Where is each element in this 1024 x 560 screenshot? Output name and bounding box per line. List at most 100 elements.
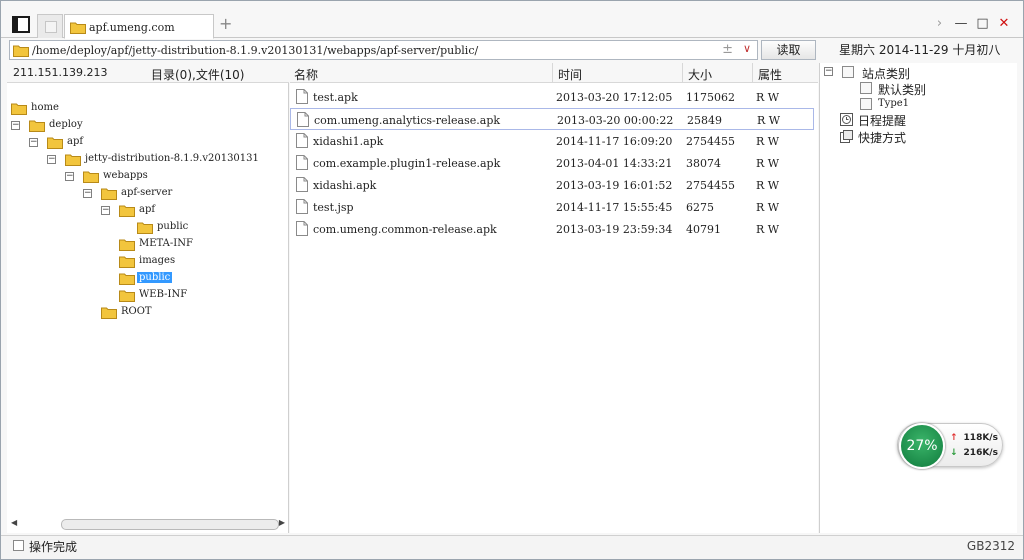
add-tab-button[interactable]: + xyxy=(219,16,232,32)
file-size: 40791 xyxy=(686,223,721,236)
down-arrow-icon: ↓ xyxy=(950,448,958,458)
tab-label: apf.umeng.com xyxy=(89,21,175,34)
encoding-label[interactable]: GB2312 xyxy=(967,539,1015,553)
file-icon xyxy=(296,199,308,214)
path-text: /home/deploy/apf/jetty-distribution-8.1.… xyxy=(32,44,479,57)
plus-minus-icon[interactable]: ± xyxy=(722,42,733,57)
status-bar: 操作完成 GB2312 xyxy=(1,535,1023,559)
file-row[interactable]: xidashi1.apk 2014-11-17 16:09:20 2754455 R … xyxy=(290,130,814,152)
folder-icon xyxy=(119,273,135,285)
collapse-toggle-icon[interactable]: − xyxy=(11,121,20,130)
file-time: 2013-04-01 14:33:21 xyxy=(556,157,673,170)
folder-icon xyxy=(65,154,81,166)
tree-node-label: jetty-distribution-8.1.9.v20130131 xyxy=(85,153,259,164)
window-controls: › — □ ✕ xyxy=(931,15,1014,33)
collapse-toggle-icon[interactable]: − xyxy=(824,67,833,76)
collapse-toggle-icon[interactable]: − xyxy=(101,206,110,215)
usage-percent: 27% xyxy=(899,423,945,469)
tree-node-label: public xyxy=(137,272,173,283)
app-window: apf.umeng.com + › — □ ✕ /home/deploy/apf… xyxy=(0,0,1024,560)
file-time: 2014-11-17 16:09:20 xyxy=(556,135,673,148)
chevron-right-icon[interactable]: › xyxy=(931,15,949,33)
collapse-toggle-icon[interactable]: − xyxy=(83,189,92,198)
column-time[interactable]: 时间 xyxy=(558,66,582,83)
folder-icon xyxy=(13,45,29,57)
file-icon xyxy=(296,177,308,192)
folder-icon xyxy=(29,120,45,132)
file-attr: R W xyxy=(756,91,780,104)
file-icon xyxy=(296,89,308,104)
scroll-left-icon[interactable]: ◀ xyxy=(11,518,17,527)
file-attr: R W xyxy=(756,179,780,192)
maximize-button[interactable]: □ xyxy=(974,15,992,33)
file-row[interactable]: com.umeng.analytics-release.apk 2013-03-2… xyxy=(290,108,814,130)
panel-toggle-icon[interactable] xyxy=(12,16,30,33)
file-time: 2013-03-19 23:59:34 xyxy=(556,223,673,236)
close-button[interactable]: ✕ xyxy=(995,15,1013,33)
column-attr[interactable]: 属性 xyxy=(758,66,782,83)
item-count: 目录(0),文件(10) xyxy=(151,68,245,82)
read-button[interactable]: 读取 xyxy=(761,40,816,60)
tree-node-label: public xyxy=(157,221,189,232)
horizontal-scrollbar[interactable]: ◀ ▶ xyxy=(11,518,285,531)
status-text: 操作完成 xyxy=(29,540,78,554)
tree-header: 211.151.139.213 目录(0),文件(10) xyxy=(7,63,289,83)
category-icon xyxy=(860,98,872,110)
tab-blank[interactable] xyxy=(37,14,63,38)
folder-icon xyxy=(119,256,135,268)
scrollbar-thumb[interactable] xyxy=(61,519,279,530)
minimize-button[interactable]: — xyxy=(952,15,970,33)
file-name: xidashi.apk xyxy=(313,179,377,192)
clock-icon xyxy=(840,113,853,126)
file-row[interactable]: test.jsp 2014-11-17 15:55:45 6275 R W xyxy=(290,196,814,218)
file-row[interactable]: com.example.plugin1-release.apk 2013-04-0… xyxy=(290,152,814,174)
folder-icon xyxy=(137,222,153,234)
network-monitor-widget[interactable]: 27% ↑ 118K/s ↓ 216K/s xyxy=(897,423,1003,469)
date-display: 星期六 2014-11-29 十月初八 xyxy=(839,43,1001,57)
folder-icon xyxy=(119,290,135,302)
file-attr: R W xyxy=(756,223,780,236)
tree-node-label: apf xyxy=(139,204,156,215)
file-icon xyxy=(297,112,309,127)
file-time: 2013-03-19 16:01:52 xyxy=(556,179,673,192)
path-input[interactable]: /home/deploy/apf/jetty-distribution-8.1.… xyxy=(9,40,758,60)
collapse-toggle-icon[interactable]: − xyxy=(47,155,56,164)
file-size: 2754455 xyxy=(686,135,735,148)
server-ip: 211.151.139.213 xyxy=(13,66,108,79)
tree-node-label: apf-server xyxy=(121,187,173,198)
file-name: test.jsp xyxy=(313,201,354,214)
category-icon xyxy=(842,66,854,78)
file-attr: R W xyxy=(756,157,780,170)
file-time: 2013-03-20 00:00:22 xyxy=(557,114,674,127)
category-icon xyxy=(860,82,872,94)
file-row[interactable]: test.apk 2013-03-20 17:12:05 1175062 R W xyxy=(290,86,814,108)
file-icon xyxy=(296,133,308,148)
file-list-header: 名称 时间 大小 属性 xyxy=(290,63,818,83)
folder-icon xyxy=(70,22,86,34)
column-name[interactable]: 名称 xyxy=(294,66,318,83)
scroll-right-icon[interactable]: ▶ xyxy=(279,518,285,527)
file-icon xyxy=(296,155,308,170)
status-icon xyxy=(13,540,24,551)
collapse-toggle-icon[interactable]: − xyxy=(29,138,38,147)
folder-icon xyxy=(11,103,27,115)
tree-node-label: images xyxy=(139,255,176,266)
tree-node-label: ROOT xyxy=(121,306,152,317)
tree-node-label: META-INF xyxy=(139,238,193,249)
file-name: test.apk xyxy=(313,91,358,104)
file-size: 25849 xyxy=(687,114,722,127)
column-size[interactable]: 大小 xyxy=(688,66,712,83)
upload-speed: ↑ 118K/s xyxy=(950,433,998,443)
collapse-toggle-icon[interactable]: − xyxy=(65,172,74,181)
tree-node-label: deploy xyxy=(49,119,83,130)
file-size: 6275 xyxy=(686,201,714,214)
file-row[interactable]: com.umeng.common-release.apk 2013-03-19 2… xyxy=(290,218,814,240)
file-size: 1175062 xyxy=(686,91,735,104)
file-name: com.example.plugin1-release.apk xyxy=(313,157,501,170)
up-arrow-icon: ↑ xyxy=(950,433,958,443)
blank-page-icon xyxy=(45,21,57,33)
chevron-down-icon[interactable]: ∨ xyxy=(743,42,751,55)
shortcut-icon xyxy=(840,130,853,143)
file-row[interactable]: xidashi.apk 2013-03-19 16:01:52 2754455 R W xyxy=(290,174,814,196)
tab-apf-umeng[interactable]: apf.umeng.com xyxy=(64,14,214,39)
